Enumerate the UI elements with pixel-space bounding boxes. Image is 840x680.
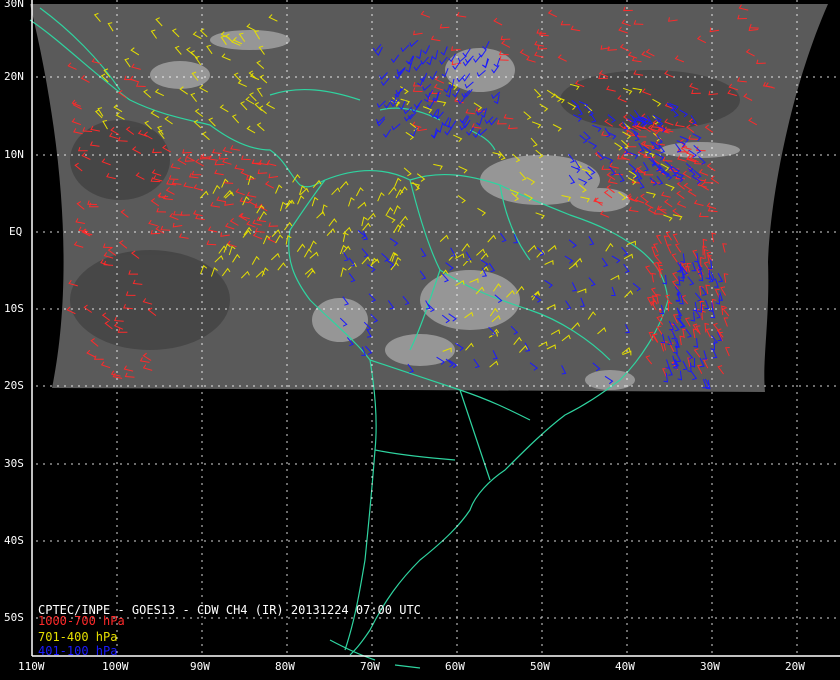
lat-label: EQ — [9, 225, 23, 238]
lon-label: 100W — [102, 660, 129, 673]
lon-label: 110W — [18, 660, 45, 673]
legend-high-level: 401-100 hPa — [38, 644, 118, 658]
lon-label: 60W — [445, 660, 465, 673]
map-canvas — [0, 0, 840, 680]
lon-label: 70W — [360, 660, 380, 673]
lat-label: 10S — [4, 302, 24, 315]
lat-label: 40S — [4, 534, 24, 547]
lon-label: 30W — [700, 660, 720, 673]
lon-label: 20W — [785, 660, 805, 673]
lat-label: 30N — [4, 0, 24, 10]
lat-label: 30S — [4, 457, 24, 470]
lat-label: 20N — [4, 70, 24, 83]
lon-label: 90W — [190, 660, 210, 673]
lon-label: 40W — [615, 660, 635, 673]
legend-mid-level: 701-400 hPa — [38, 630, 118, 644]
lat-label: 20S — [4, 379, 24, 392]
lat-label: 50S — [4, 611, 24, 624]
lon-label: 50W — [530, 660, 550, 673]
lat-label: 10N — [4, 148, 24, 161]
map-caption: CPTEC/INPE - GOES13 - CDW CH4 (IR) 20131… — [38, 604, 421, 658]
lon-label: 80W — [275, 660, 295, 673]
